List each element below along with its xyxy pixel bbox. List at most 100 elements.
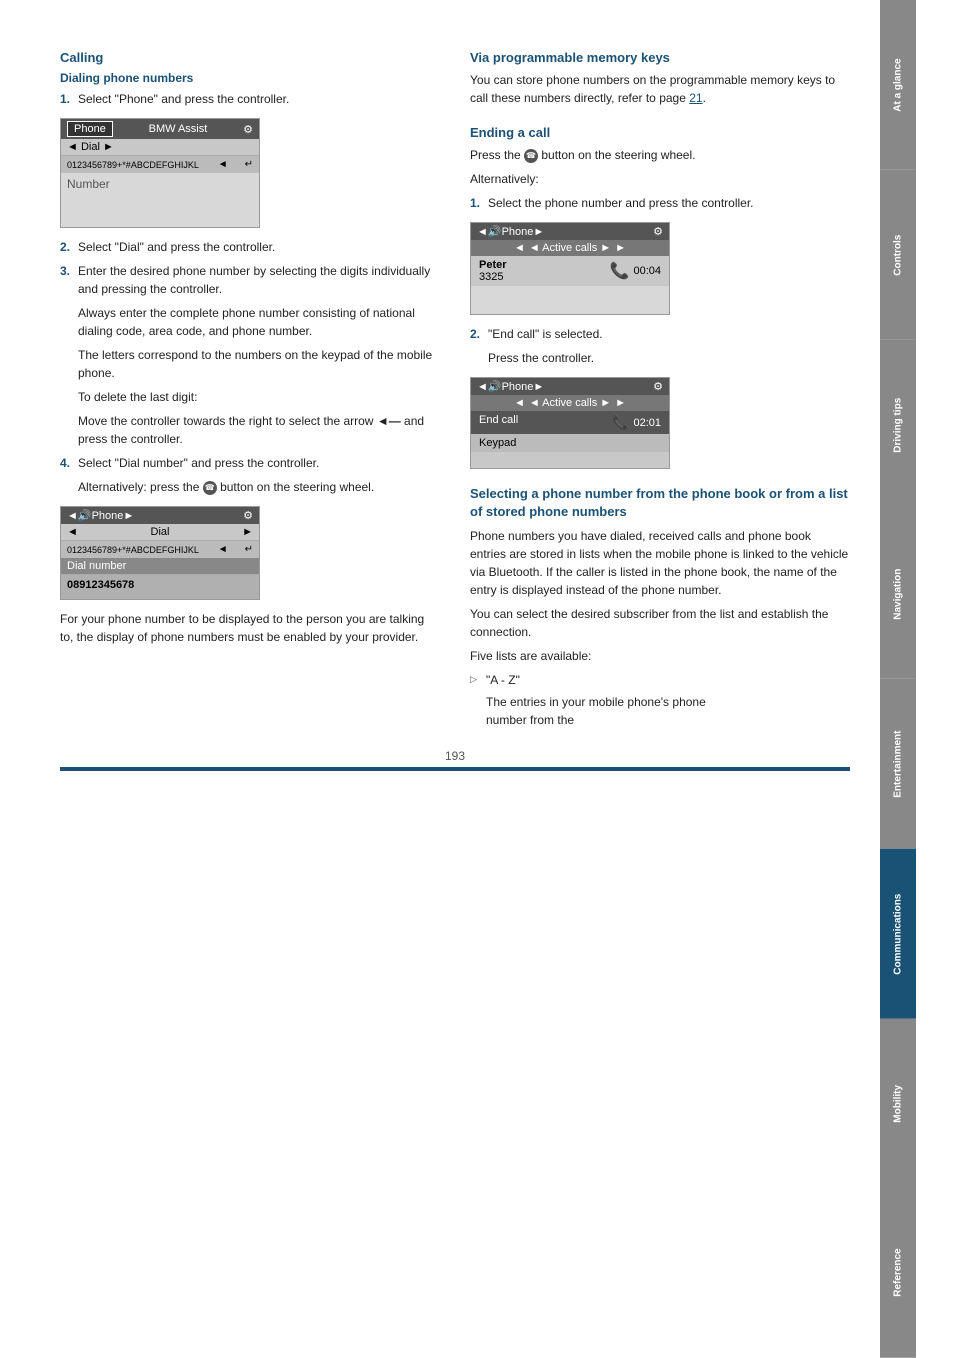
ending-steps: 1. Select the phone number and press the… bbox=[470, 194, 850, 212]
page-number: 193 bbox=[60, 749, 850, 763]
screen2-phone-label: Phone bbox=[92, 510, 124, 522]
step-3: 3. Enter the desired phone number by sel… bbox=[60, 262, 440, 448]
screen2-phone-icon: 🔊 bbox=[78, 509, 92, 522]
end-s1-label: Phone bbox=[502, 226, 534, 238]
end-s1-settings: ⚙ bbox=[653, 225, 663, 238]
phone-arc-icon: 📞 bbox=[610, 261, 630, 281]
steps-list: 1. Select "Phone" and press the controll… bbox=[60, 90, 440, 108]
bullet-a-z-sub: The entries in your mobile phone's phone bbox=[470, 693, 850, 711]
calling-heading: Calling bbox=[60, 50, 440, 65]
step-1: 1. Select "Phone" and press the controll… bbox=[60, 90, 440, 108]
end-s1-active-calls: ◄ Active calls ► bbox=[529, 242, 611, 254]
ending-text1: Press the ☎ button on the steering wheel… bbox=[470, 146, 850, 164]
phone-button-icon: ☎ bbox=[203, 481, 217, 495]
right-column: Via programmable memory keys You can sto… bbox=[470, 50, 850, 729]
screen1-dial-row: ◄ Dial ► bbox=[61, 139, 259, 156]
ending-step-2: 2. "End call" is selected. Press the con… bbox=[470, 325, 850, 367]
screen1-top-bar: Phone BMW Assist ⚙ bbox=[61, 119, 259, 139]
end-s1-icon: 🔊 bbox=[488, 225, 502, 238]
screen2-dial-right: ► bbox=[242, 526, 253, 538]
end-s1-right: ► bbox=[533, 226, 544, 238]
screen2-dial-label: Dial bbox=[151, 526, 170, 538]
ending-steps-2: 2. "End call" is selected. Press the con… bbox=[470, 325, 850, 367]
page-bottom-bar bbox=[60, 767, 850, 771]
bullet-a-z-sub2: number from the bbox=[470, 711, 850, 729]
screen2-dial-number-row: Dial number bbox=[61, 558, 259, 575]
selecting-heading: Selecting a phone number from the phone … bbox=[470, 485, 850, 521]
step-2: 2. Select "Dial" and press the controlle… bbox=[60, 238, 440, 256]
end-screen2-end-call: End call 📞 02:01 bbox=[471, 411, 669, 434]
bullet-a-z: "A - Z" bbox=[470, 671, 850, 689]
via-keys-text: You can store phone numbers on the progr… bbox=[470, 71, 850, 107]
end-call-screen-1: ◄ 🔊 Phone ► ⚙ ◄ ◄ Active calls ► ► Peter bbox=[470, 222, 670, 315]
screen2-dial-left: ◄ bbox=[67, 526, 78, 538]
end-screen2-top: ◄ 🔊 Phone ► ⚙ bbox=[471, 378, 669, 395]
end-s2-right: ► bbox=[533, 381, 544, 393]
steps-list-2: 2. Select "Dial" and press the controlle… bbox=[60, 238, 440, 496]
end-s1-sub-right: ► bbox=[615, 242, 626, 254]
screen1-enter: ↵ bbox=[245, 159, 253, 170]
screen2-settings-icon: ⚙ bbox=[243, 509, 253, 522]
end-screen1-call-row: Peter 3325 📞 00:04 bbox=[471, 256, 669, 286]
main-content: Calling Dialing phone numbers 1. Select … bbox=[0, 0, 880, 1358]
two-column-layout: Calling Dialing phone numbers 1. Select … bbox=[60, 50, 850, 729]
screen2-enter: ↵ bbox=[245, 544, 253, 555]
end-screen2-keypad: Keypad bbox=[471, 434, 669, 452]
end-s2-settings: ⚙ bbox=[653, 380, 663, 393]
end-s2-sub-left: ◄ bbox=[514, 397, 525, 409]
screen2-number-display: 08912345678 bbox=[61, 575, 259, 599]
screen1-keyboard: 0123456789+*#ABCDEFGHIJKL ◄ ↵ bbox=[61, 156, 259, 173]
sidebar-tab-navigation[interactable]: Navigation bbox=[880, 509, 916, 679]
end-screen1-empty bbox=[471, 286, 669, 314]
step-4: 4. Select "Dial number" and press the co… bbox=[60, 454, 440, 496]
screen1-empty bbox=[61, 197, 259, 227]
screen-mockup-1: Phone BMW Assist ⚙ ◄ Dial ► 0123456789+*… bbox=[60, 118, 260, 228]
screen1-body: Number bbox=[61, 173, 259, 197]
right-sidebar: At a glance Controls Driving tips Naviga… bbox=[880, 0, 916, 1358]
ending-step2-content: "End call" is selected. Press the contro… bbox=[488, 325, 850, 367]
end-s2-left: ◄ bbox=[477, 381, 488, 393]
end-screen2-empty bbox=[471, 452, 669, 468]
screen2-nav-right: ► bbox=[123, 510, 134, 522]
end-s1-left: ◄ bbox=[477, 226, 488, 238]
screen2-dial-row: ◄ Dial ► bbox=[61, 524, 259, 541]
end-s1-caller: Peter 3325 bbox=[479, 259, 507, 283]
end-screen2-sub: ◄ ◄ Active calls ► ► bbox=[471, 395, 669, 411]
end-s2-label: Phone bbox=[502, 381, 534, 393]
screen1-bmw-tab: BMW Assist bbox=[149, 123, 208, 135]
ending-step-1: 1. Select the phone number and press the… bbox=[470, 194, 850, 212]
screen2-backspace: ◄ bbox=[218, 544, 228, 555]
sidebar-tab-at-glance[interactable]: At a glance bbox=[880, 0, 916, 170]
screen2-nav-left: ◄ bbox=[67, 510, 78, 522]
screen2-top-bar: ◄ 🔊 Phone ► ⚙ bbox=[61, 507, 259, 524]
step-3-content: Enter the desired phone number by select… bbox=[78, 262, 440, 448]
sidebar-tab-driving-tips[interactable]: Driving tips bbox=[880, 340, 916, 510]
page-container: Calling Dialing phone numbers 1. Select … bbox=[0, 0, 960, 1358]
provider-note: For your phone number to be displayed to… bbox=[60, 610, 440, 646]
sidebar-tab-controls[interactable]: Controls bbox=[880, 170, 916, 340]
end-s2-sub-right: ► bbox=[615, 397, 626, 409]
via-keys-heading: Via programmable memory keys bbox=[470, 50, 850, 65]
screen1-phone-tab: Phone bbox=[67, 121, 113, 137]
screen1-backspace: ◄ bbox=[218, 159, 228, 170]
end-call-screen-2: ◄ 🔊 Phone ► ⚙ ◄ ◄ Active calls ► ► End c… bbox=[470, 377, 670, 469]
screen1-icon: ⚙ bbox=[243, 123, 253, 136]
sidebar-tab-mobility[interactable]: Mobility bbox=[880, 1019, 916, 1189]
ending-alternatively: Alternatively: bbox=[470, 170, 850, 188]
screen-mockup-2: ◄ 🔊 Phone ► ⚙ ◄ Dial ► 0123456789+*#ABCD… bbox=[60, 506, 260, 600]
end-s1-time: 📞 00:04 bbox=[610, 261, 661, 281]
end-call-icon: ☎ bbox=[524, 149, 538, 163]
screen2-keyboard: 0123456789+*#ABCDEFGHIJKL ◄ ↵ bbox=[61, 541, 259, 558]
ending-call-heading: Ending a call bbox=[470, 125, 850, 140]
end-screen1-top: ◄ 🔊 Phone ► ⚙ bbox=[471, 223, 669, 240]
end-s2-active-calls: ◄ Active calls ► bbox=[529, 397, 611, 409]
selecting-text1: Phone numbers you have dialed, received … bbox=[470, 527, 850, 599]
page-ref-21[interactable]: 21 bbox=[689, 91, 702, 105]
end-s2-icon: 🔊 bbox=[488, 380, 502, 393]
dialing-subheading: Dialing phone numbers bbox=[60, 71, 440, 85]
sidebar-tab-reference[interactable]: Reference bbox=[880, 1188, 916, 1358]
left-column: Calling Dialing phone numbers 1. Select … bbox=[60, 50, 440, 729]
sidebar-tab-communications[interactable]: Communications bbox=[880, 849, 916, 1019]
selecting-text2: You can select the desired subscriber fr… bbox=[470, 605, 850, 641]
sidebar-tab-entertainment[interactable]: Entertainment bbox=[880, 679, 916, 849]
